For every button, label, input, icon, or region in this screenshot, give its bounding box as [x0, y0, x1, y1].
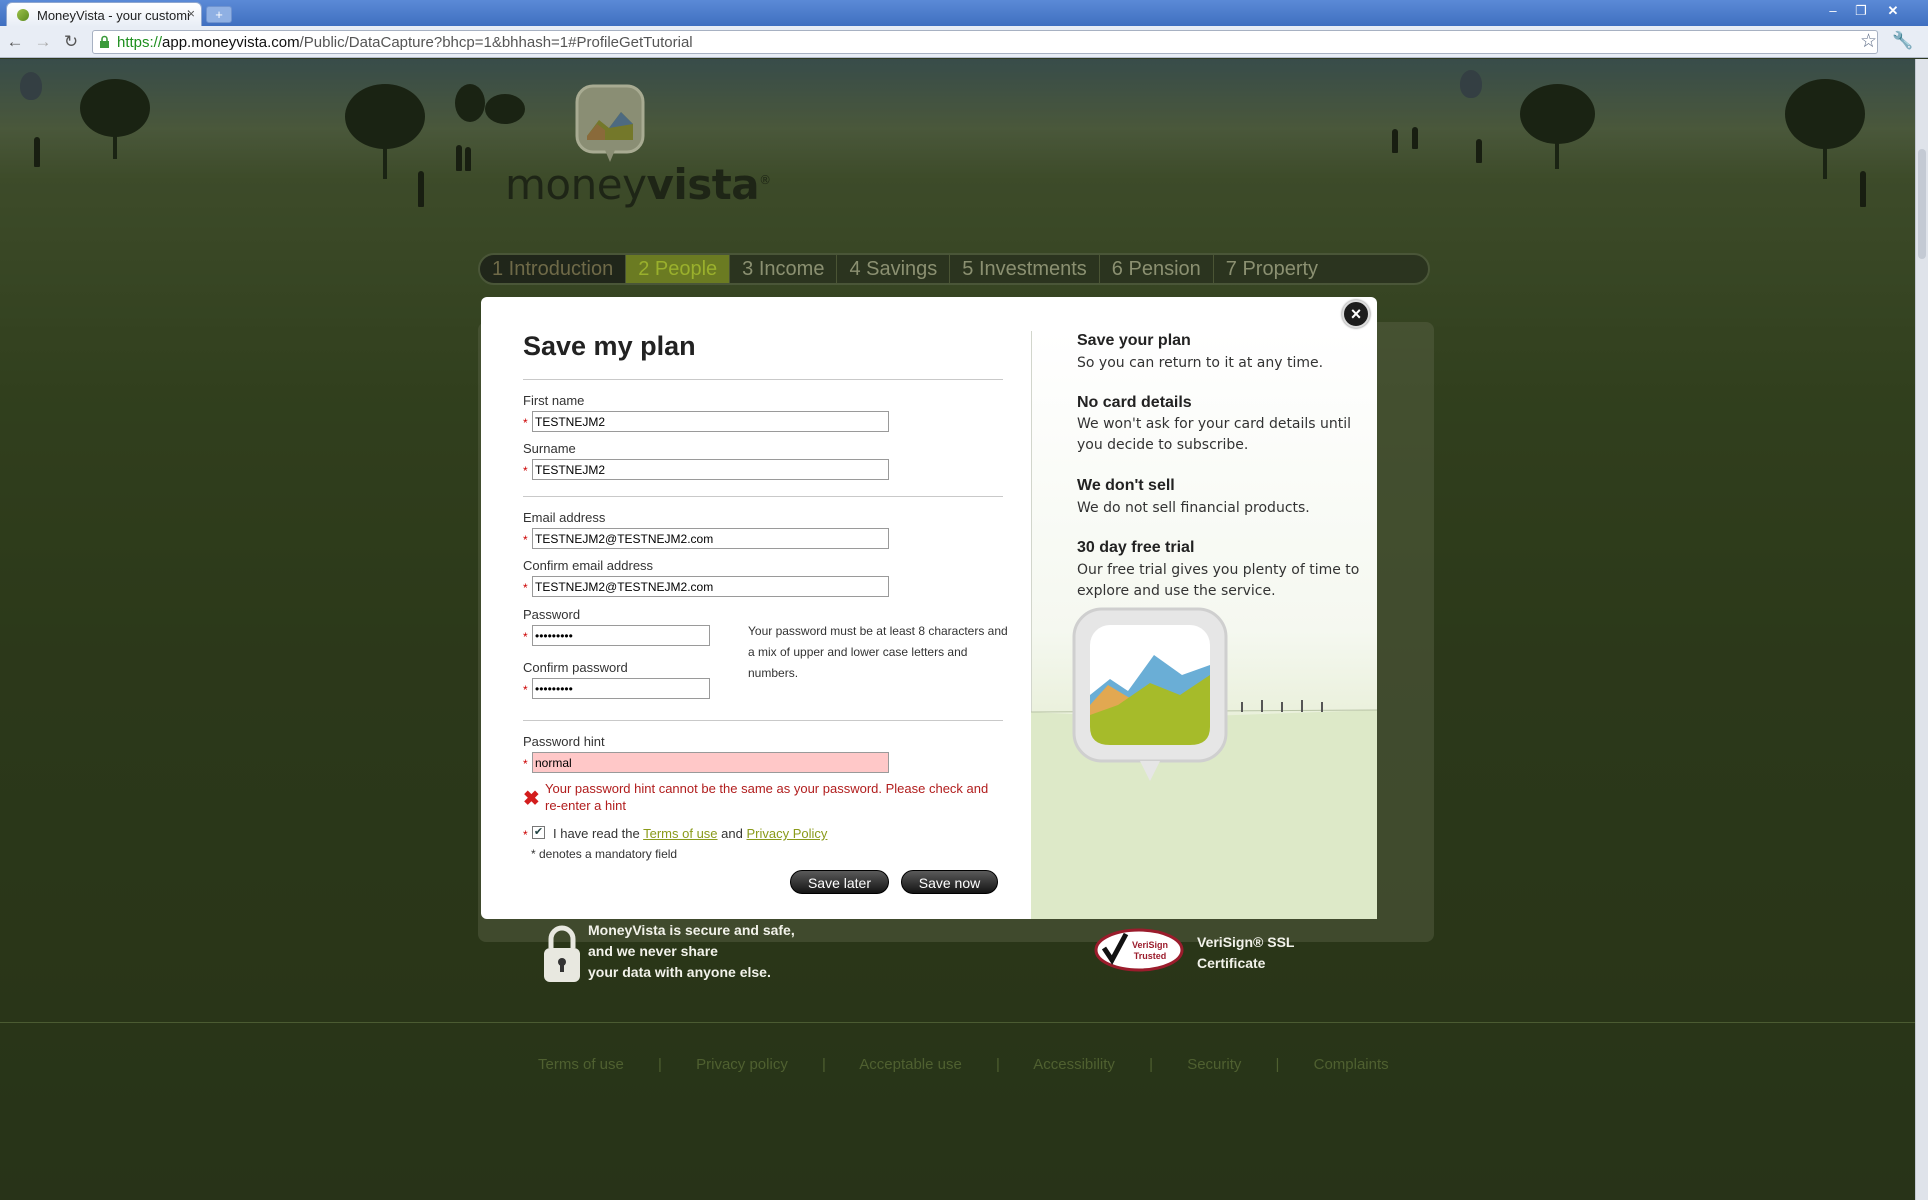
footer-separator: |	[996, 1056, 1000, 1073]
surname-label: Surname	[523, 441, 576, 456]
moneyvista-app-icon	[1072, 607, 1228, 781]
moneyvista-logo-icon	[575, 84, 645, 162]
svg-text:Trusted: Trusted	[1134, 951, 1167, 961]
footer-separator: |	[658, 1056, 662, 1073]
wrench-menu-icon[interactable]: 🔧	[1892, 31, 1913, 51]
required-marker: *	[523, 828, 528, 842]
email-label: Email address	[523, 510, 606, 525]
reload-icon[interactable]: ↻	[60, 31, 82, 53]
privacy-policy-link[interactable]: Privacy Policy	[747, 826, 828, 841]
info-heading: We don't sell	[1077, 477, 1175, 494]
close-window-icon[interactable]: ✕	[1880, 2, 1906, 20]
footer-link-privacy[interactable]: Privacy policy	[696, 1056, 788, 1073]
password-hint-error: Your password hint cannot be the same as…	[545, 781, 989, 813]
info-heading: No card details	[1077, 394, 1192, 411]
modal-close-icon[interactable]: ×	[1342, 300, 1370, 328]
moneyvista-logo-text: moneyvista®	[505, 160, 771, 209]
footer-divider	[0, 1022, 1915, 1023]
progress-steps: 1 Introduction 2 People 3 Income 4 Savin…	[478, 253, 1430, 285]
page-scrollbar[interactable]	[1915, 59, 1928, 1200]
error-cross-icon: ✖	[523, 788, 540, 810]
info-text: So you can return to it at any time.	[1077, 355, 1324, 371]
required-marker: *	[523, 581, 528, 595]
form-divider	[523, 720, 1003, 721]
password-field[interactable]: •••••••••	[532, 625, 710, 646]
tab-close-icon[interactable]: ×	[187, 6, 195, 21]
required-marker: *	[523, 630, 528, 644]
modal-title: Save my plan	[523, 331, 696, 361]
info-text: We do not sell financial products.	[1077, 500, 1310, 516]
step-investments[interactable]: 5 Investments	[949, 255, 1099, 283]
required-marker: *	[523, 683, 528, 697]
browser-tab[interactable]: MoneyVista - your customi ×	[6, 2, 202, 26]
svg-text:VeriSign: VeriSign	[1132, 940, 1168, 950]
surname-field[interactable]: TESTNEJM2	[532, 459, 889, 480]
confirm-email-label: Confirm email address	[523, 558, 654, 573]
restore-icon[interactable]: ❐	[1848, 2, 1874, 20]
info-heading: Save your plan	[1077, 332, 1191, 349]
confirm-password-field[interactable]: •••••••••	[532, 678, 710, 699]
footer-separator: |	[822, 1056, 826, 1073]
confirm-email-field[interactable]: TESTNEJM2@TESTNEJM2.com	[532, 576, 889, 597]
browser-titlebar: MoneyVista - your customi × + – ❐ ✕	[0, 0, 1928, 26]
mandatory-note: * denotes a mandatory field	[531, 847, 678, 861]
security-statement: MoneyVista is secure and safe, and we ne…	[588, 922, 795, 980]
minimize-icon[interactable]: –	[1820, 2, 1846, 20]
ssl-lock-icon	[100, 35, 109, 48]
step-income[interactable]: 3 Income	[729, 255, 836, 283]
password-hint-field[interactable]: normal	[532, 752, 889, 773]
required-marker: *	[523, 464, 528, 478]
moneyvista-favicon-icon	[17, 9, 29, 21]
required-marker: *	[523, 416, 528, 430]
info-text: Our free trial gives you plenty of time …	[1077, 562, 1360, 599]
save-later-button[interactable]: Save later	[790, 870, 889, 894]
step-savings[interactable]: 4 Savings	[836, 255, 949, 283]
footer-link-security[interactable]: Security	[1187, 1056, 1241, 1073]
password-requirements-note: Your password must be at least 8 charact…	[748, 624, 1008, 680]
back-arrow-icon[interactable]: ←	[4, 31, 26, 53]
password-label: Password	[523, 607, 581, 622]
padlock-icon	[544, 925, 580, 982]
url-scheme: https://	[117, 34, 163, 51]
footer-links: Terms of use | Privacy policy | Acceptab…	[538, 1056, 1419, 1073]
url-host: app.moneyvista.com	[162, 34, 300, 51]
step-introduction[interactable]: 1 Introduction	[480, 255, 626, 283]
new-tab-button[interactable]: +	[206, 6, 232, 23]
required-marker: *	[523, 533, 528, 547]
step-pension[interactable]: 6 Pension	[1098, 255, 1213, 283]
bookmark-star-icon[interactable]: ☆	[1860, 30, 1877, 53]
footer-link-acceptable-use[interactable]: Acceptable use	[859, 1056, 962, 1073]
url-path: /Public/DataCapture?bhcp=1&bhhash=1#Prof…	[299, 34, 693, 51]
footer-link-complaints[interactable]: Complaints	[1314, 1056, 1389, 1073]
first-name-field[interactable]: TESTNEJM2	[532, 411, 889, 432]
info-heading: 30 day free trial	[1077, 539, 1195, 556]
browser-toolbar: ← → ↻ https://app.moneyvista.com/Public/…	[0, 26, 1928, 58]
footer-separator: |	[1149, 1056, 1154, 1073]
step-people[interactable]: 2 People	[625, 255, 730, 283]
info-text: We won't ask for your card details until…	[1077, 416, 1352, 453]
footer-link-terms[interactable]: Terms of use	[538, 1056, 624, 1073]
confirm-password-label: Confirm password	[523, 660, 628, 675]
tab-title: MoneyVista - your customi	[37, 8, 190, 23]
form-divider	[523, 379, 1003, 380]
scrollbar-thumb[interactable]	[1918, 149, 1926, 259]
footer-link-accessibility[interactable]: Accessibility	[1033, 1056, 1115, 1073]
first-name-label: First name	[523, 393, 585, 408]
terms-checkbox[interactable]: ✔	[532, 826, 545, 839]
password-hint-label: Password hint	[523, 734, 605, 749]
verisign-certificate-text: VeriSign® SSL Certificate	[1197, 934, 1295, 971]
save-now-button[interactable]: Save now	[901, 870, 998, 894]
footer-separator: |	[1275, 1056, 1280, 1073]
step-property[interactable]: 7 Property	[1212, 255, 1330, 283]
terms-of-use-link[interactable]: Terms of use	[643, 826, 717, 841]
email-field[interactable]: TESTNEJM2@TESTNEJM2.com	[532, 528, 889, 549]
verisign-seal-icon[interactable]: VeriSign Trusted	[1094, 928, 1184, 972]
required-marker: *	[523, 757, 528, 771]
form-divider	[523, 496, 1003, 497]
forward-arrow-icon[interactable]: →	[32, 31, 54, 53]
terms-agreement: I have read the Terms of use and Privacy…	[553, 826, 828, 841]
address-bar[interactable]: https://app.moneyvista.com/Public/DataCa…	[92, 30, 1878, 54]
